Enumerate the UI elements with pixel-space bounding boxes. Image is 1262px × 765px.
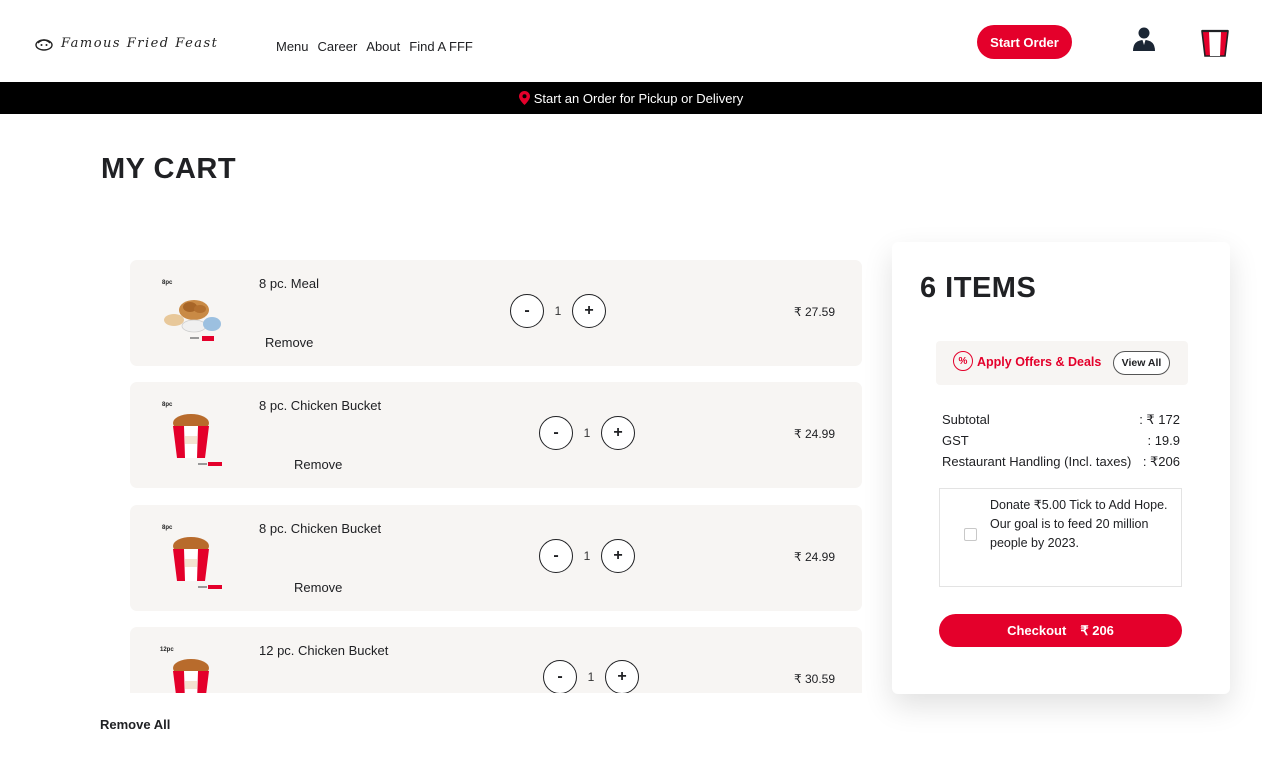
- checkout-amount: ₹ 206: [1080, 622, 1114, 638]
- decrease-quantity-button[interactable]: -: [543, 660, 577, 693]
- bucket-thumbnail: 8pc: [162, 402, 222, 466]
- cart-item: 8pc 8 pc. Meal - 1 + ₹ 27.59 Remove: [130, 260, 862, 366]
- remove-all-button[interactable]: Remove All: [100, 717, 170, 732]
- quantity-stepper: - 1 +: [539, 416, 635, 450]
- remove-item-button[interactable]: Remove: [265, 335, 313, 350]
- bucket-thumbnail: 8pc: [162, 525, 222, 589]
- thumb-badge: 8pc: [162, 280, 173, 286]
- item-quantity: 1: [583, 426, 591, 440]
- brand-name: Famous Fried Feast: [61, 36, 219, 51]
- donation-box: Donate ₹5.00 Tick to Add Hope. Our goal …: [939, 488, 1182, 587]
- item-name: 8 pc. Meal: [259, 276, 319, 291]
- items-count: 6 ITEMS: [920, 272, 1037, 304]
- item-name: 12 pc. Chicken Bucket: [259, 643, 389, 658]
- remove-item-button[interactable]: Remove: [294, 580, 342, 595]
- start-order-button[interactable]: Start Order: [977, 25, 1072, 59]
- banner-text: Start an Order for Pickup or Delivery: [533, 90, 744, 106]
- cart-item-list[interactable]: 8pc 8 pc. Meal - 1 + ₹ 27.59 Remove 8pc: [130, 260, 862, 693]
- remove-item-button[interactable]: Remove: [294, 457, 342, 472]
- meal-thumbnail: 8pc: [162, 280, 221, 341]
- item-price: ₹ 24.99: [794, 550, 835, 564]
- nav-item-find-a-fff[interactable]: Find A FFF: [409, 39, 473, 54]
- thumb-badge: 12pc: [160, 647, 174, 653]
- nav-item-career[interactable]: Career: [318, 39, 358, 54]
- decrease-quantity-button[interactable]: -: [539, 416, 573, 450]
- checkout-label: Checkout: [1007, 623, 1067, 638]
- subtotal-label: Subtotal: [942, 412, 990, 427]
- thumb-badge: 8pc: [162, 525, 173, 531]
- item-name: 8 pc. Chicken Bucket: [259, 521, 382, 536]
- user-icon[interactable]: [1131, 26, 1157, 52]
- donate-checkbox[interactable]: [964, 528, 977, 541]
- logo-icon: [35, 38, 53, 51]
- item-price: ₹ 24.99: [794, 427, 835, 441]
- quantity-stepper: - 1 +: [543, 660, 639, 693]
- item-quantity: 1: [587, 670, 595, 684]
- order-banner[interactable]: Start an Order for Pickup or Delivery: [0, 82, 1262, 114]
- handling-label: Restaurant Handling (Incl. taxes): [942, 454, 1132, 469]
- increase-quantity-button[interactable]: +: [601, 416, 635, 450]
- handling-value: : ₹206: [1142, 454, 1180, 469]
- decrease-quantity-button[interactable]: -: [510, 294, 544, 328]
- apply-offers-label[interactable]: Apply Offers & Deals: [977, 355, 1101, 369]
- brand-logo[interactable]: Famous Fried Feast: [35, 36, 218, 51]
- view-all-offers-button[interactable]: View All: [1113, 351, 1170, 375]
- subtotal-row: Subtotal : ₹ 172: [942, 412, 1182, 433]
- location-pin-icon: [518, 91, 530, 105]
- nav-item-about[interactable]: About: [366, 39, 400, 54]
- page-title: MY CART: [101, 153, 237, 185]
- item-price: ₹ 30.59: [794, 672, 835, 686]
- cart-item: 8pc 8 pc. Chicken Bucket - 1 + ₹ 24.99 R…: [130, 505, 862, 611]
- gst-value: : 19.9: [1147, 433, 1180, 448]
- item-price: ₹ 27.59: [794, 305, 835, 319]
- item-name: 8 pc. Chicken Bucket: [259, 398, 382, 413]
- gst-label: GST: [942, 433, 969, 448]
- handling-row: Restaurant Handling (Incl. taxes) : ₹206: [942, 454, 1182, 475]
- item-quantity: 1: [583, 549, 591, 563]
- bucket-thumbnail: 12pc: [160, 647, 209, 693]
- cart-item: 12pc 12 pc. Chicken Bucket - 1 + ₹ 30.59: [130, 627, 862, 693]
- bucket-cart-icon[interactable]: [1200, 27, 1230, 57]
- checkout-button[interactable]: Checkout ₹ 206: [939, 614, 1182, 647]
- donate-goal: Our goal is to feed 20 million people by…: [990, 517, 1149, 550]
- gst-row: GST : 19.9: [942, 433, 1182, 454]
- site-header: Famous Fried Feast Menu Career About Fin…: [0, 0, 1262, 82]
- donate-text: Donate ₹5.00 Tick to Add Hope. Our goal …: [990, 496, 1175, 553]
- percent-badge-icon: %: [953, 351, 973, 371]
- increase-quantity-button[interactable]: +: [572, 294, 606, 328]
- quantity-stepper: - 1 +: [510, 294, 606, 328]
- decrease-quantity-button[interactable]: -: [539, 539, 573, 573]
- order-summary-panel: 6 ITEMS % Apply Offers & Deals View All …: [892, 242, 1230, 694]
- apply-offers-bar[interactable]: % Apply Offers & Deals View All: [936, 341, 1188, 385]
- donate-label: Donate ₹5.00 Tick to Add Hope.: [990, 498, 1168, 512]
- thumb-badge: 8pc: [162, 402, 173, 408]
- increase-quantity-button[interactable]: +: [605, 660, 639, 693]
- item-quantity: 1: [554, 304, 562, 318]
- subtotal-value: : ₹ 172: [1139, 412, 1180, 427]
- main-nav: Menu Career About Find A FFF: [276, 39, 473, 54]
- cart-item: 8pc 8 pc. Chicken Bucket - 1 + ₹ 24.99 R…: [130, 382, 862, 488]
- quantity-stepper: - 1 +: [539, 539, 635, 573]
- nav-item-menu[interactable]: Menu: [276, 39, 309, 54]
- price-breakdown: Subtotal : ₹ 172 GST : 19.9 Restaurant H…: [942, 412, 1182, 475]
- increase-quantity-button[interactable]: +: [601, 539, 635, 573]
